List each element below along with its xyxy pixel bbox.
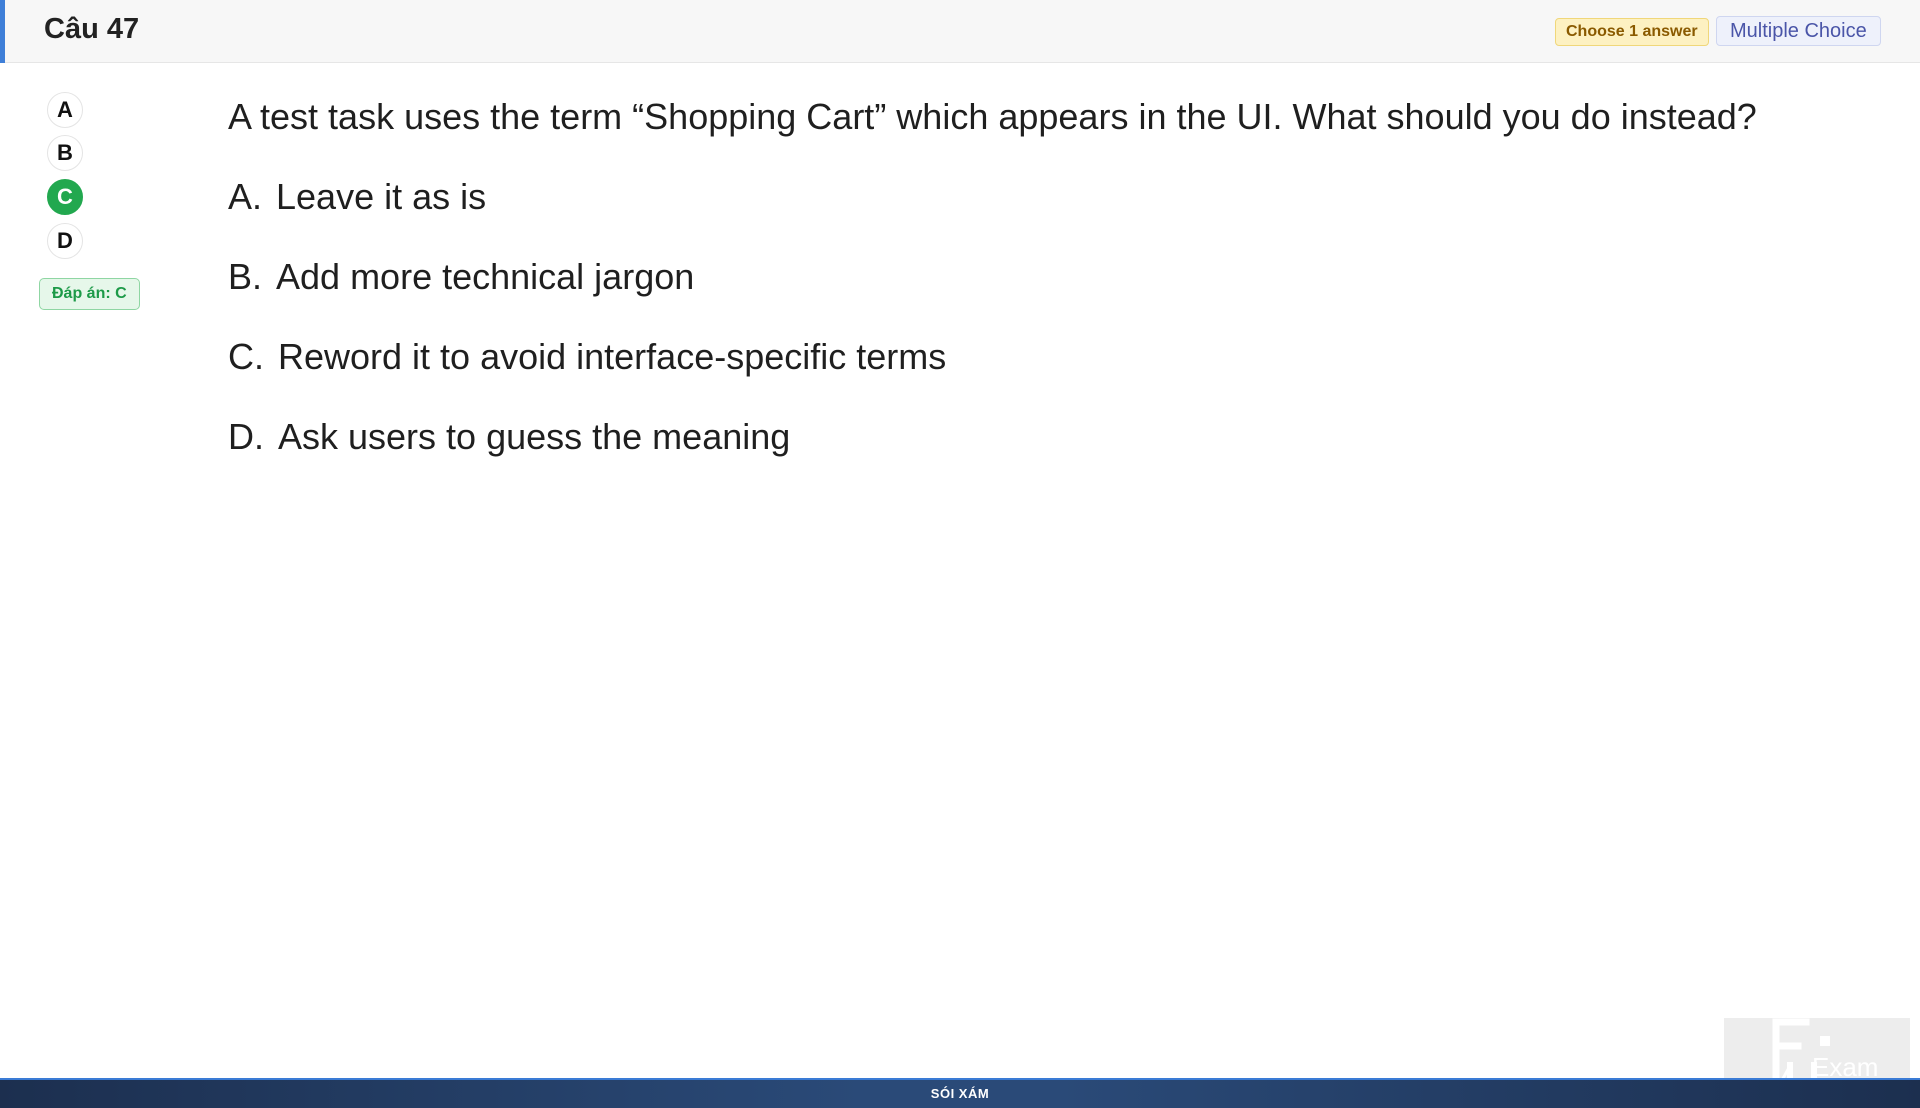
option-text: Ask users to guess the meaning [278,416,791,457]
option-circle-b[interactable]: B [47,135,83,171]
option-letter: C. [228,336,264,377]
option-letter: D. [228,416,264,457]
choose-count-badge: Choose 1 answer [1555,18,1709,46]
question-text: A test task uses the term “Shopping Cart… [228,96,1757,137]
option-letter: A. [228,176,263,217]
header-accent-bar [0,0,5,63]
answer-option-b: B. Add more technical jargon [228,255,694,299]
option-text: Reword it to avoid interface-specific te… [278,336,947,377]
option-circle-c-selected[interactable]: C [47,179,83,215]
answer-option-a: A. Leave it as is [228,175,486,219]
option-text: Leave it as is [276,176,487,217]
footer-label: SÓI XÁM [930,1086,990,1101]
correct-answer-badge: Đáp án: C [39,278,140,310]
footer-bar: SÓI XÁM [0,1078,1920,1108]
question-type-badge: Multiple Choice [1716,16,1881,46]
quiz-page: Câu 47 Choose 1 answer Multiple Choice A… [0,0,1920,1108]
option-circle-d[interactable]: D [47,223,83,259]
answer-option-c: C. Reword it to avoid interface-specific … [228,335,946,379]
option-circle-a[interactable]: A [47,92,83,128]
question-number: Câu 47 [44,13,140,45]
option-text: Add more technical jargon [276,256,695,297]
question-header: Câu 47 Choose 1 answer Multiple Choice [0,0,1920,63]
option-letter: B. [228,256,263,297]
answer-option-d: D. Ask users to guess the meaning [228,415,790,459]
